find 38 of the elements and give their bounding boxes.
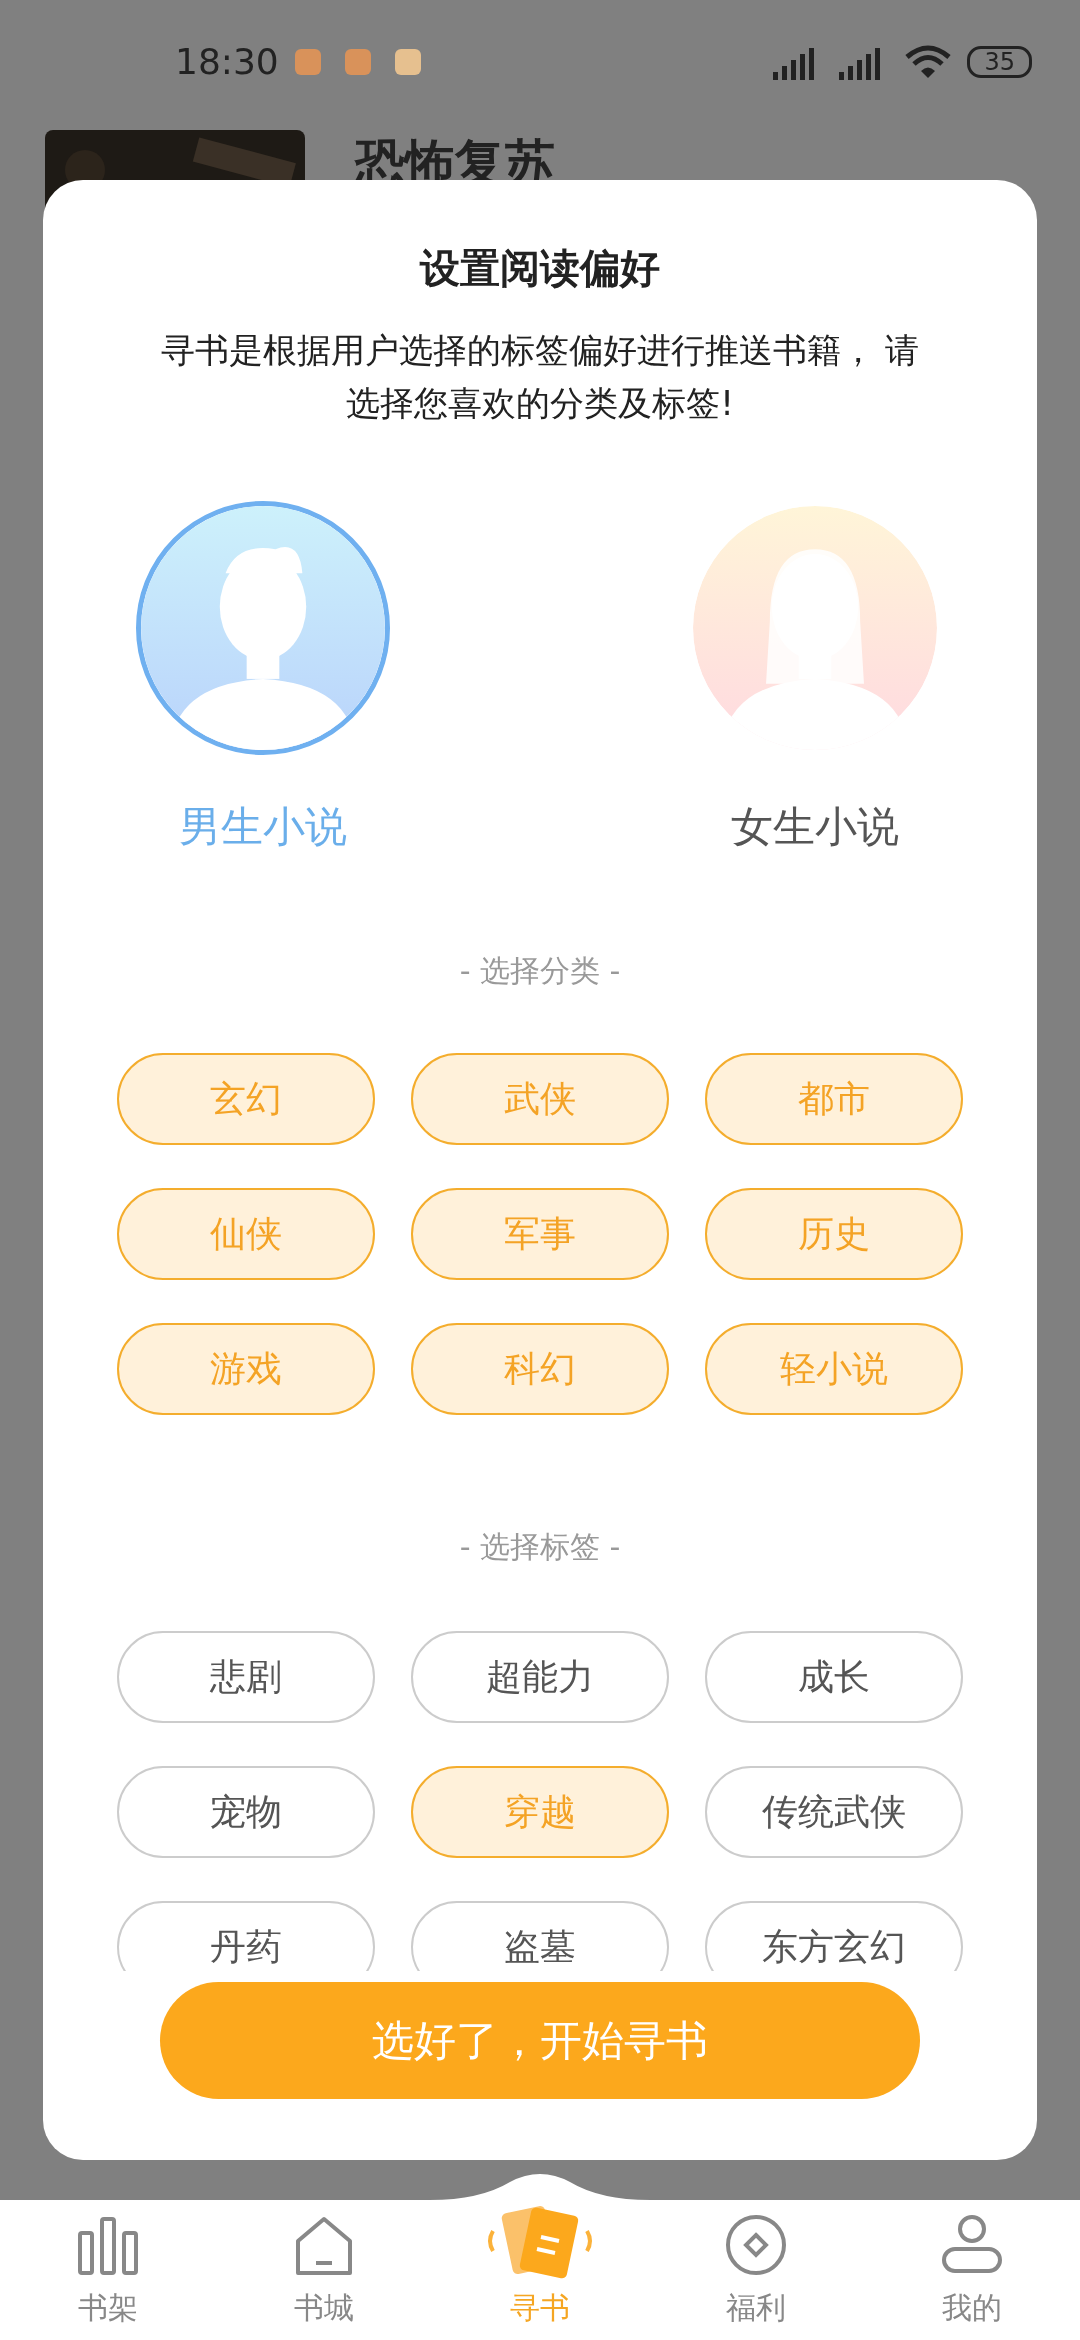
category-chip[interactable]: 科幻 — [411, 1323, 669, 1416]
category-chip[interactable]: 历史 — [705, 1188, 963, 1281]
nav-tab[interactable]: 寻书 — [432, 2168, 648, 2340]
dialog-description: 寻书是根据用户选择的标签偏好进行推送书籍， 请选择您喜欢的分类及标签! — [159, 329, 921, 425]
tag-chip[interactable]: 宠物 — [117, 1766, 375, 1859]
tag-chip[interactable]: 丹药 — [117, 1901, 375, 1972]
coin-icon — [724, 2213, 788, 2277]
nav-tab[interactable]: 福利 — [648, 2168, 864, 2340]
gender-label: 男生小说 — [179, 801, 347, 854]
dialog-title: 设置阅读偏好 — [418, 244, 661, 293]
confirm-button[interactable]: 选好了，开始寻书 — [160, 1982, 920, 2100]
status-time: 18:30 — [175, 40, 279, 84]
gender-label: 女生小说 — [731, 801, 899, 854]
section-heading: - 选择分类 - — [458, 952, 622, 991]
nav-tab[interactable]: 书架 — [0, 2168, 216, 2340]
nav-tab[interactable]: 书城 — [216, 2168, 432, 2340]
category-chip[interactable]: 仙侠 — [117, 1188, 375, 1281]
category-chip[interactable]: 轻小说 — [705, 1323, 963, 1416]
tag-chip[interactable]: 悲剧 — [117, 1631, 375, 1724]
gender-option[interactable]: 女生小说 — [688, 501, 942, 859]
notification-icon — [294, 49, 321, 75]
wifi-icon — [905, 45, 952, 79]
category-chip[interactable]: 武侠 — [411, 1053, 669, 1146]
tag-chip[interactable]: 超能力 — [411, 1631, 669, 1724]
notification-icon — [344, 49, 371, 75]
category-chip[interactable]: 玄幻 — [117, 1053, 375, 1146]
notification-icon — [394, 49, 421, 75]
nav-tab[interactable]: 我的 — [864, 2168, 1080, 2340]
category-chip[interactable]: 军事 — [411, 1188, 669, 1281]
category-chip[interactable]: 都市 — [705, 1053, 963, 1146]
tag-chip[interactable]: 穿越 — [411, 1766, 669, 1859]
tag-chip[interactable]: 盗墓 — [411, 1901, 669, 1972]
tag-chip[interactable]: 传统武侠 — [705, 1766, 963, 1859]
battery-indicator: 35 — [967, 45, 1032, 79]
tag-chip[interactable]: 东方玄幻 — [705, 1901, 963, 1972]
category-chip[interactable]: 游戏 — [117, 1323, 375, 1416]
tag-chip[interactable]: 成长 — [705, 1631, 963, 1724]
section-heading: - 选择标签 - — [458, 1528, 622, 1567]
